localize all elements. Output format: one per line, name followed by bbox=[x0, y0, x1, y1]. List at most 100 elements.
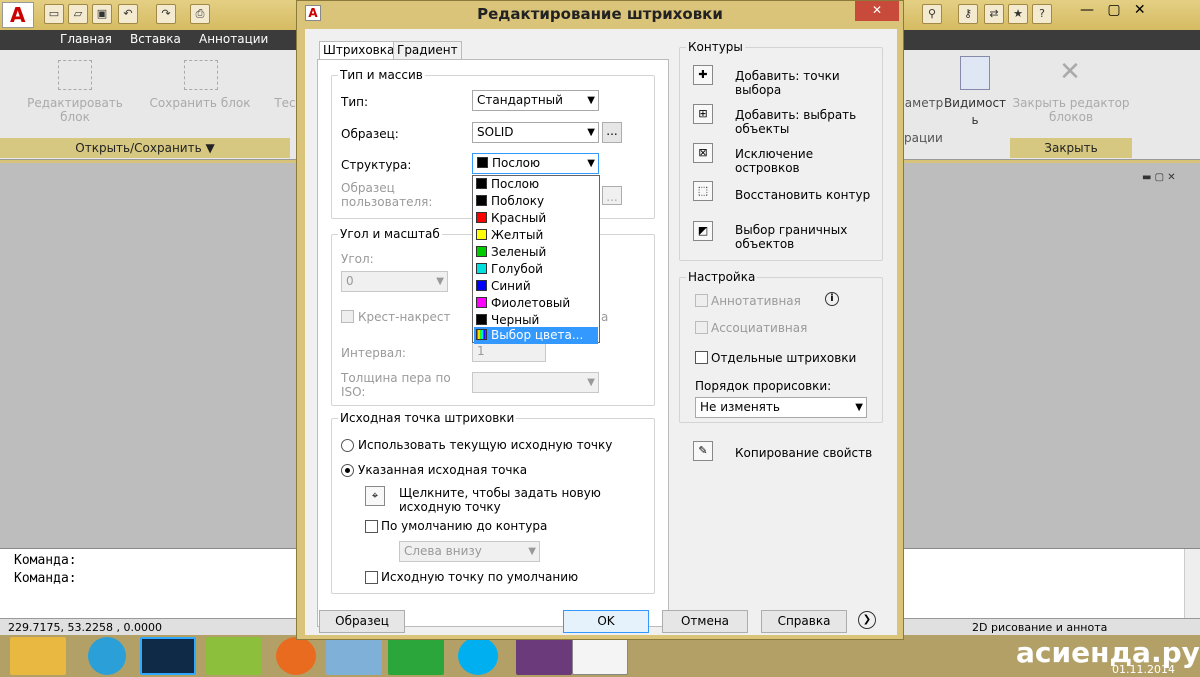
color-swatch-icon bbox=[476, 314, 487, 325]
command-line-1: Команда: bbox=[14, 553, 77, 568]
save-block-button: Сохранить блок bbox=[149, 96, 251, 110]
annotative-label: Аннотативная bbox=[711, 294, 801, 308]
structure-dropdown-list[interactable]: Послою Поблоку Красный Желтый Зеленый Го… bbox=[472, 175, 600, 344]
pick-origin-icon[interactable]: ⌖ bbox=[365, 486, 385, 506]
redo-icon[interactable]: ↷ bbox=[156, 4, 176, 24]
info-icon[interactable]: i bbox=[825, 292, 839, 306]
photoshop-icon[interactable] bbox=[140, 637, 196, 675]
winrar-icon[interactable] bbox=[516, 637, 572, 675]
draw-order-select[interactable]: Не изменять ▼ bbox=[695, 397, 867, 418]
visibility-button-2: ь bbox=[971, 113, 979, 127]
dropdown-item-red[interactable]: Красный bbox=[474, 210, 598, 227]
default-boundary-label: По умолчанию до контура bbox=[381, 519, 548, 533]
open-save-panel-footer[interactable]: Открыть/Сохранить ▼ bbox=[0, 138, 290, 158]
type-select[interactable]: Стандартный ▼ bbox=[472, 90, 599, 111]
specified-origin-radio[interactable] bbox=[341, 464, 354, 477]
view-boundary-objects-icon[interactable]: ◩ bbox=[693, 221, 713, 241]
firefox-icon[interactable] bbox=[276, 637, 316, 675]
close-panel-footer[interactable]: Закрыть bbox=[1010, 138, 1132, 158]
exchange-icon[interactable]: ⇄ bbox=[984, 4, 1004, 24]
remove-islands-icon[interactable]: ⊠ bbox=[693, 143, 713, 163]
visibility-button[interactable]: Видимост bbox=[942, 96, 1008, 110]
options-title: Настройка bbox=[686, 270, 758, 284]
dropdown-item-byblock[interactable]: Поблоку bbox=[474, 193, 598, 210]
dropdown-item-label: Красный bbox=[491, 211, 547, 225]
recreate-boundary-label[interactable]: Восстановить контур bbox=[735, 188, 870, 202]
recreate-boundary-icon[interactable]: ⬚ bbox=[693, 181, 713, 201]
more-options-icon[interactable]: ❯ bbox=[858, 611, 876, 629]
tab-hatch[interactable]: Штриховка bbox=[319, 41, 399, 60]
dropdown-item-blue[interactable]: Синий bbox=[474, 278, 598, 295]
iso-pen-label-2: ISO: bbox=[341, 385, 366, 399]
tab-annotate[interactable]: Аннотации bbox=[199, 32, 268, 46]
inherit-properties-icon[interactable]: ✎ bbox=[693, 441, 713, 461]
ok-button[interactable]: OK bbox=[563, 610, 649, 633]
hatch-edit-dialog: A Редактирование штриховки ✕ Штриховка Г… bbox=[296, 0, 904, 640]
dropdown-item-label: Выбор цвета... bbox=[491, 328, 584, 342]
relative-partial-label: а bbox=[601, 310, 609, 324]
color-swatch-icon bbox=[476, 178, 487, 189]
new-icon[interactable]: ▭ bbox=[44, 4, 64, 24]
archicad-icon[interactable] bbox=[388, 637, 444, 675]
add-select-objects-label[interactable]: Добавить: выбрать bbox=[735, 108, 856, 122]
star-icon[interactable]: ★ bbox=[1008, 4, 1028, 24]
open-icon[interactable]: ▱ bbox=[68, 4, 88, 24]
dropdown-item-select-color[interactable]: Выбор цвета... bbox=[474, 327, 598, 344]
angle-select: 0 ▼ bbox=[341, 271, 448, 292]
viewport-controls[interactable]: ▬ ▢ ✕ bbox=[1142, 172, 1196, 186]
custom-pattern-browse-button: ... bbox=[602, 186, 622, 205]
use-current-origin-radio[interactable] bbox=[341, 439, 354, 452]
tab-home[interactable]: Главная bbox=[60, 32, 112, 46]
coordinates-readout: 229.7175, 53.2258 , 0.0000 bbox=[8, 621, 162, 634]
binoculars-icon[interactable]: ⚲ bbox=[922, 4, 942, 24]
autocad-taskbar-icon[interactable] bbox=[572, 637, 628, 675]
dialog-close-button[interactable]: ✕ bbox=[855, 1, 899, 21]
visibility-icon[interactable] bbox=[960, 56, 990, 90]
inherit-properties-label[interactable]: Копирование свойств bbox=[735, 446, 872, 460]
photo-viewer-icon[interactable] bbox=[326, 637, 382, 675]
draw-order-label: Порядок прорисовки: bbox=[695, 379, 832, 393]
print-icon[interactable]: ⎙ bbox=[190, 4, 210, 24]
store-default-origin-checkbox[interactable] bbox=[365, 571, 378, 584]
dropdown-item-green[interactable]: Зеленый bbox=[474, 244, 598, 261]
color-swatch-icon bbox=[477, 157, 488, 168]
add-select-objects-icon[interactable]: ⊞ bbox=[693, 104, 713, 124]
pattern-select[interactable]: SOLID ▼ bbox=[472, 122, 599, 143]
dropdown-item-cyan[interactable]: Голубой bbox=[474, 261, 598, 278]
preview-button[interactable]: Образец bbox=[319, 610, 405, 633]
explorer-icon[interactable] bbox=[10, 637, 66, 675]
dropdown-item-bylayer[interactable]: Послою bbox=[474, 176, 598, 193]
key-icon[interactable]: ⚷ bbox=[958, 4, 978, 24]
associative-label: Ассоциативная bbox=[711, 321, 808, 335]
color-palette-icon bbox=[476, 329, 487, 340]
angle-value: 0 bbox=[346, 274, 354, 288]
view-boundary-objects-label[interactable]: Выбор граничных bbox=[735, 223, 847, 237]
tab-insert[interactable]: Вставка bbox=[130, 32, 181, 46]
pen-app-icon[interactable] bbox=[206, 637, 262, 675]
cancel-button[interactable]: Отмена bbox=[662, 610, 748, 633]
dropdown-item-magenta[interactable]: Фиолетовый bbox=[474, 295, 598, 312]
add-pick-points-label-2: выбора bbox=[735, 83, 782, 97]
window-controls[interactable]: — ▢ ✕ bbox=[1080, 2, 1190, 22]
separate-hatches-checkbox[interactable] bbox=[695, 351, 708, 364]
zoom-app-icon[interactable] bbox=[88, 637, 126, 675]
chevron-down-icon: ▼ bbox=[587, 377, 595, 388]
structure-select[interactable]: Послою ▼ bbox=[472, 153, 599, 174]
remove-islands-label[interactable]: Исключение bbox=[735, 147, 813, 161]
command-scrollbar[interactable] bbox=[1184, 549, 1200, 619]
autocad-logo-icon[interactable]: A bbox=[2, 2, 34, 28]
chevron-down-icon: ▼ bbox=[436, 276, 444, 287]
save-icon[interactable]: ▣ bbox=[92, 4, 112, 24]
help-button[interactable]: Справка bbox=[761, 610, 847, 633]
skype-icon[interactable] bbox=[458, 637, 498, 675]
dropdown-item-yellow[interactable]: Желтый bbox=[474, 227, 598, 244]
add-pick-points-icon[interactable]: ✚ bbox=[693, 65, 713, 85]
tab-gradient[interactable]: Градиент bbox=[393, 41, 462, 59]
help-icon[interactable]: ? bbox=[1032, 4, 1052, 24]
specified-origin-label: Указанная исходная точка bbox=[358, 463, 528, 477]
add-pick-points-label[interactable]: Добавить: точки bbox=[735, 69, 840, 83]
undo-icon[interactable]: ↶ bbox=[118, 4, 138, 24]
default-boundary-checkbox[interactable] bbox=[365, 520, 378, 533]
pattern-browse-button[interactable]: ... bbox=[602, 122, 622, 143]
workspace-switch[interactable]: 2D рисование и аннота bbox=[972, 621, 1107, 634]
